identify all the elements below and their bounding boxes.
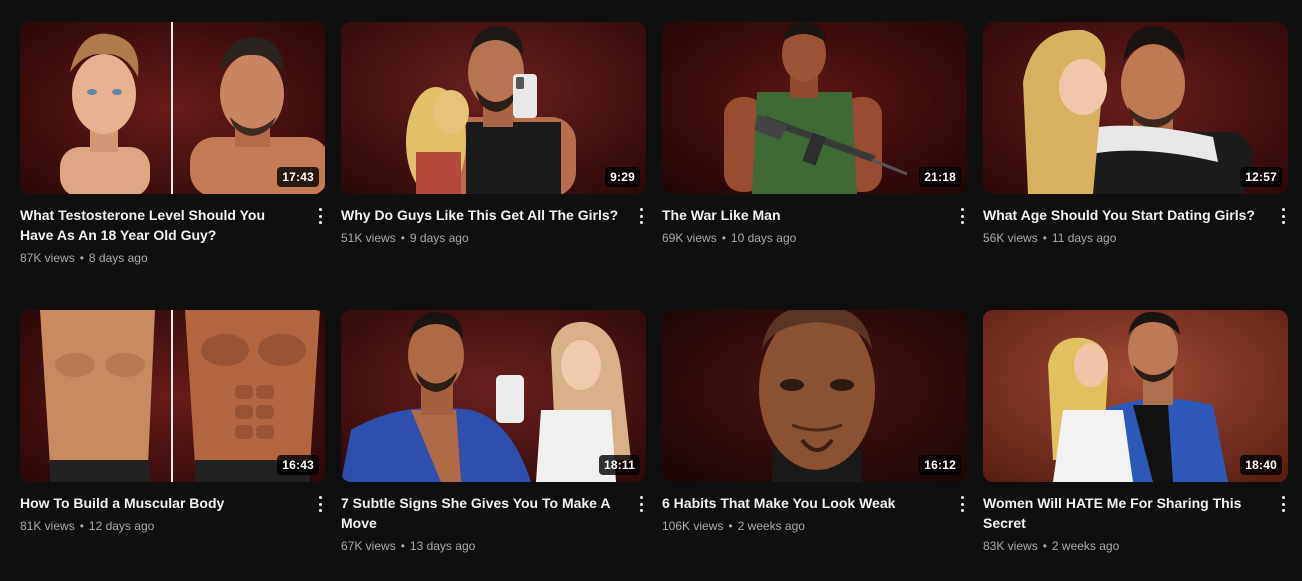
video-duration: 18:11	[598, 455, 640, 475]
separator-dot: •	[1042, 539, 1047, 553]
video-card[interactable]: 21:18 The War Like Man 69K views • 10 days…	[662, 22, 967, 310]
more-vert-icon[interactable]	[1278, 495, 1288, 513]
separator-dot: •	[400, 231, 405, 245]
view-count: 81K views	[20, 519, 75, 533]
view-count: 69K views	[662, 231, 717, 245]
more-vert-icon[interactable]	[957, 495, 967, 513]
more-vert-icon[interactable]	[315, 495, 325, 513]
video-duration: 17:43	[277, 167, 319, 187]
video-duration: 9:29	[605, 167, 640, 187]
video-thumbnail[interactable]: 12:57	[983, 22, 1288, 194]
video-title[interactable]: What Testosterone Level Should You Have …	[20, 205, 299, 245]
video-thumbnail[interactable]: 21:18	[662, 22, 967, 194]
video-card[interactable]: 16:43 How To Build a Muscular Body 81K v…	[20, 310, 325, 581]
video-stats: 67K views • 13 days ago	[341, 537, 620, 555]
upload-age: 12 days ago	[88, 519, 155, 533]
video-stats: 81K views • 12 days ago	[20, 517, 299, 535]
video-stats: 83K views • 2 weeks ago	[983, 537, 1262, 555]
video-meta: Women Will HATE Me For Sharing This Secr…	[983, 482, 1288, 555]
video-stats: 106K views • 2 weeks ago	[662, 517, 941, 535]
separator-dot: •	[721, 231, 726, 245]
video-card[interactable]: 17:43 What Testosterone Level Should You…	[20, 22, 325, 310]
view-count: 106K views	[662, 519, 724, 533]
video-stats: 87K views • 8 days ago	[20, 249, 299, 267]
video-duration: 12:57	[1240, 167, 1282, 187]
separator-dot: •	[728, 519, 733, 533]
separator-dot: •	[79, 251, 84, 265]
video-grid: 17:43 What Testosterone Level Should You…	[20, 22, 1288, 581]
video-title[interactable]: 6 Habits That Make You Look Weak	[662, 493, 941, 513]
video-thumbnail[interactable]: 18:40	[983, 310, 1288, 482]
video-duration: 16:12	[919, 455, 961, 475]
video-title[interactable]: What Age Should You Start Dating Girls?	[983, 205, 1262, 225]
upload-age: 2 weeks ago	[737, 519, 805, 533]
separator-dot: •	[1042, 231, 1047, 245]
video-duration: 21:18	[919, 167, 961, 187]
upload-age: 13 days ago	[409, 539, 476, 553]
more-vert-icon[interactable]	[315, 207, 325, 225]
video-stats: 56K views • 11 days ago	[983, 229, 1262, 247]
more-vert-icon[interactable]	[636, 207, 646, 225]
upload-age: 10 days ago	[730, 231, 797, 245]
video-card[interactable]: 18:11 7 Subtle Signs She Gives You To Ma…	[341, 310, 646, 581]
video-thumbnail[interactable]: 17:43	[20, 22, 325, 194]
video-card[interactable]: 9:29 Why Do Guys Like This Get All The G…	[341, 22, 646, 310]
video-thumbnail[interactable]: 16:12	[662, 310, 967, 482]
video-card[interactable]: 16:12 6 Habits That Make You Look Weak 1…	[662, 310, 967, 581]
video-duration: 16:43	[277, 455, 319, 475]
view-count: 56K views	[983, 231, 1038, 245]
view-count: 51K views	[341, 231, 396, 245]
video-meta: 6 Habits That Make You Look Weak 106K vi…	[662, 482, 967, 535]
view-count: 83K views	[983, 539, 1038, 553]
video-meta: The War Like Man 69K views • 10 days ago	[662, 194, 967, 247]
view-count: 87K views	[20, 251, 75, 265]
more-vert-icon[interactable]	[957, 207, 967, 225]
thumbnail-image	[341, 22, 646, 194]
video-title[interactable]: Women Will HATE Me For Sharing This Secr…	[983, 493, 1262, 533]
video-meta: 7 Subtle Signs She Gives You To Make A M…	[341, 482, 646, 555]
video-title[interactable]: The War Like Man	[662, 205, 941, 225]
upload-age: 2 weeks ago	[1051, 539, 1120, 553]
video-duration: 18:40	[1240, 455, 1282, 475]
more-vert-icon[interactable]	[1278, 207, 1288, 225]
video-meta: What Testosterone Level Should You Have …	[20, 194, 325, 267]
video-meta: How To Build a Muscular Body 81K views • 1…	[20, 482, 325, 535]
video-meta: What Age Should You Start Dating Girls? …	[983, 194, 1288, 247]
upload-age: 11 days ago	[1051, 231, 1117, 245]
upload-age: 9 days ago	[409, 231, 469, 245]
video-title[interactable]: Why Do Guys Like This Get All The Girls?	[341, 205, 620, 225]
video-thumbnail[interactable]: 9:29	[341, 22, 646, 194]
video-stats: 51K views • 9 days ago	[341, 229, 620, 247]
more-vert-icon[interactable]	[636, 495, 646, 513]
video-card[interactable]: 12:57 What Age Should You Start Dating G…	[983, 22, 1288, 310]
video-meta: Why Do Guys Like This Get All The Girls?…	[341, 194, 646, 247]
video-title[interactable]: 7 Subtle Signs She Gives You To Make A M…	[341, 493, 620, 533]
upload-age: 8 days ago	[88, 251, 148, 265]
video-thumbnail[interactable]: 16:43	[20, 310, 325, 482]
separator-dot: •	[400, 539, 405, 553]
video-thumbnail[interactable]: 18:11	[341, 310, 646, 482]
separator-dot: •	[79, 519, 84, 533]
view-count: 67K views	[341, 539, 396, 553]
video-title[interactable]: How To Build a Muscular Body	[20, 493, 299, 513]
video-stats: 69K views • 10 days ago	[662, 229, 941, 247]
video-card[interactable]: 18:40 Women Will HATE Me For Sharing Thi…	[983, 310, 1288, 581]
